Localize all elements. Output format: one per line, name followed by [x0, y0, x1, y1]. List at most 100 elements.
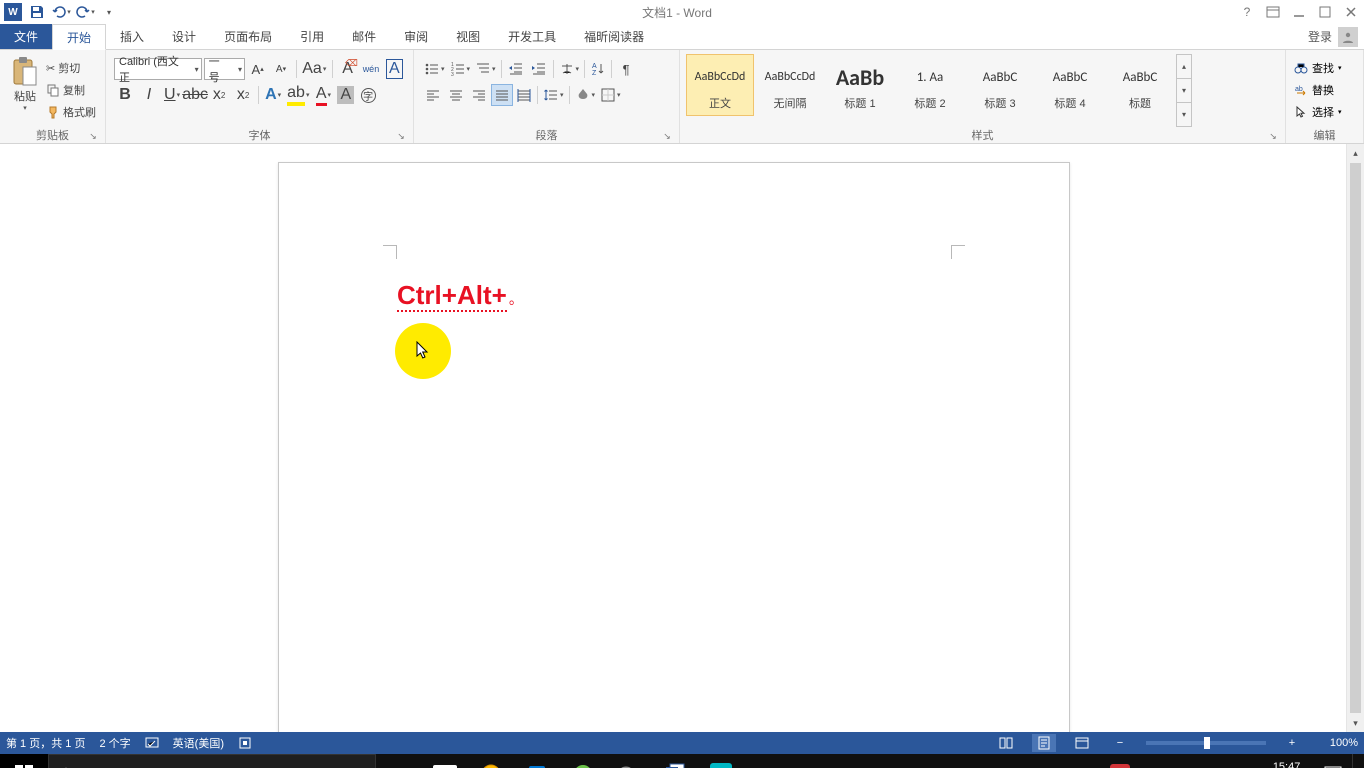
highlight-button[interactable]: ab▾ — [285, 84, 311, 106]
style-tile-0[interactable]: AaBbCcDd正文 — [686, 54, 754, 116]
style-tile-4[interactable]: AaBbC标题 3 — [966, 54, 1034, 116]
decrease-indent-button[interactable] — [505, 58, 527, 80]
underline-button[interactable]: U▾ — [162, 84, 182, 106]
tab-insert[interactable]: 插入 — [106, 24, 158, 49]
distributed-button[interactable] — [514, 84, 534, 106]
zoom-thumb[interactable] — [1204, 737, 1210, 749]
vertical-scrollbar[interactable]: ▴ ▾ — [1346, 144, 1364, 732]
shrink-font-button[interactable]: A▾ — [270, 58, 291, 80]
text-effects-button[interactable]: A▾ — [263, 84, 283, 106]
language-indicator[interactable]: 英语(美国) — [173, 735, 224, 751]
wechat-icon[interactable] — [606, 754, 652, 768]
close-icon[interactable] — [1338, 1, 1364, 23]
spellcheck-icon[interactable] — [145, 736, 159, 750]
ime-icon[interactable] — [1109, 764, 1131, 768]
font-color-button[interactable]: A▾ — [313, 84, 333, 106]
char-shading-button[interactable]: A — [335, 84, 356, 106]
file-explorer-icon[interactable] — [744, 754, 790, 768]
change-case-button[interactable]: Aa▾ — [301, 58, 328, 80]
tab-file[interactable]: 文件 — [0, 24, 52, 49]
paste-button[interactable]: 粘贴 ▾ — [4, 52, 46, 127]
superscript-button[interactable]: x2 — [232, 84, 254, 106]
tab-page-layout[interactable]: 页面布局 — [210, 24, 286, 49]
user-avatar-icon[interactable] — [1338, 27, 1358, 47]
zoom-slider[interactable] — [1146, 741, 1266, 745]
tab-mailings[interactable]: 邮件 — [338, 24, 390, 49]
styles-scroll-down-icon[interactable]: ▾ — [1177, 79, 1191, 103]
font-size-combo[interactable]: 一号▾ — [204, 58, 245, 80]
styles-scroll-up-icon[interactable]: ▴ — [1177, 55, 1191, 79]
qat-customize-icon[interactable]: ▾ — [98, 1, 120, 23]
show-marks-button[interactable]: ¶ — [615, 58, 637, 80]
gif-icon[interactable]: gif — [698, 754, 744, 768]
scroll-down-icon[interactable]: ▾ — [1347, 714, 1364, 732]
tab-view[interactable]: 视图 — [442, 24, 494, 49]
justify-button[interactable] — [491, 84, 513, 106]
undo-icon[interactable]: ▾ — [50, 1, 72, 23]
ribbon-display-options-icon[interactable] — [1260, 1, 1286, 23]
styles-launcher-icon[interactable]: ↘ — [1267, 130, 1279, 142]
save-icon[interactable] — [26, 1, 48, 23]
replace-button[interactable]: ab替换 — [1294, 80, 1342, 100]
clock[interactable]: 15:47 2019/5/5 — [1259, 761, 1314, 768]
tab-home[interactable]: 开始 — [52, 24, 106, 50]
bullets-button[interactable]: ▾ — [422, 58, 447, 80]
show-desktop-button[interactable] — [1352, 754, 1358, 768]
macro-record-icon[interactable] — [238, 736, 252, 750]
word-taskbar-icon[interactable]: W — [652, 754, 698, 768]
style-tile-3[interactable]: 1. Aa标题 2 — [896, 54, 964, 116]
document-text[interactable]: Ctrl+Alt+。 — [397, 279, 523, 311]
scroll-thumb[interactable] — [1350, 163, 1361, 713]
copy-button[interactable]: 复制 — [46, 80, 96, 100]
paragraph-launcher-icon[interactable]: ↘ — [661, 130, 673, 142]
tab-foxit[interactable]: 福昕阅读器 — [570, 24, 658, 49]
mail-icon[interactable] — [422, 754, 468, 768]
tab-design[interactable]: 设计 — [158, 24, 210, 49]
bold-button[interactable]: B — [114, 84, 136, 106]
read-mode-button[interactable] — [994, 734, 1018, 752]
line-spacing-button[interactable]: ▾ — [541, 84, 566, 106]
store-icon[interactable] — [376, 754, 422, 768]
settings-icon[interactable] — [514, 754, 560, 768]
style-tile-5[interactable]: AaBbC标题 4 — [1036, 54, 1104, 116]
format-painter-button[interactable]: 格式刷 — [46, 102, 96, 122]
zoom-in-button[interactable]: + — [1280, 734, 1304, 752]
tab-review[interactable]: 审阅 — [390, 24, 442, 49]
phonetic-guide-button[interactable]: wén — [360, 58, 381, 80]
minimize-icon[interactable] — [1286, 1, 1312, 23]
grow-font-button[interactable]: A▴ — [247, 58, 268, 80]
enclose-char-button[interactable]: 字 — [358, 84, 378, 106]
align-center-button[interactable] — [445, 84, 467, 106]
tab-references[interactable]: 引用 — [286, 24, 338, 49]
redo-icon[interactable]: ▾ — [74, 1, 96, 23]
browser-icon[interactable] — [468, 754, 514, 768]
subscript-button[interactable]: x2 — [208, 84, 230, 106]
spotify-icon[interactable] — [560, 754, 606, 768]
strikethrough-button[interactable]: abc — [184, 84, 206, 106]
styles-more-icon[interactable]: ▾ — [1177, 103, 1191, 126]
help-icon[interactable]: ? — [1234, 1, 1260, 23]
zoom-out-button[interactable]: − — [1108, 734, 1132, 752]
document-area[interactable]: Ctrl+Alt+。 ▴ ▾ — [0, 144, 1364, 732]
zoom-level[interactable]: 100% — [1318, 737, 1358, 749]
start-button[interactable] — [0, 754, 48, 768]
asian-layout-button[interactable]: ▾ — [557, 58, 582, 80]
align-right-button[interactable] — [468, 84, 490, 106]
word-count[interactable]: 2 个字 — [99, 735, 130, 751]
style-tile-2[interactable]: AaBb标题 1 — [826, 54, 894, 116]
font-launcher-icon[interactable]: ↘ — [395, 130, 407, 142]
numbering-button[interactable]: 123▾ — [448, 58, 473, 80]
page-indicator[interactable]: 第 1 页，共 1 页 — [6, 735, 85, 751]
tab-developer[interactable]: 开发工具 — [494, 24, 570, 49]
styles-scroll[interactable]: ▴▾▾ — [1176, 54, 1192, 127]
style-tile-1[interactable]: AaBbCcDd无间隔 — [756, 54, 824, 116]
find-button[interactable]: 查找▾ — [1294, 58, 1342, 78]
cut-button[interactable]: ✂剪切 — [46, 58, 96, 78]
page[interactable]: Ctrl+Alt+。 — [278, 162, 1070, 732]
login-link[interactable]: 登录 — [1308, 28, 1332, 45]
style-tile-6[interactable]: AaBbC标题 — [1106, 54, 1174, 116]
print-layout-button[interactable] — [1032, 734, 1056, 752]
multilevel-list-button[interactable]: ▾ — [473, 58, 498, 80]
character-border-button[interactable]: A — [384, 58, 405, 80]
taskbar-search[interactable]: 在这里输入你要搜索的内容 — [48, 754, 376, 768]
